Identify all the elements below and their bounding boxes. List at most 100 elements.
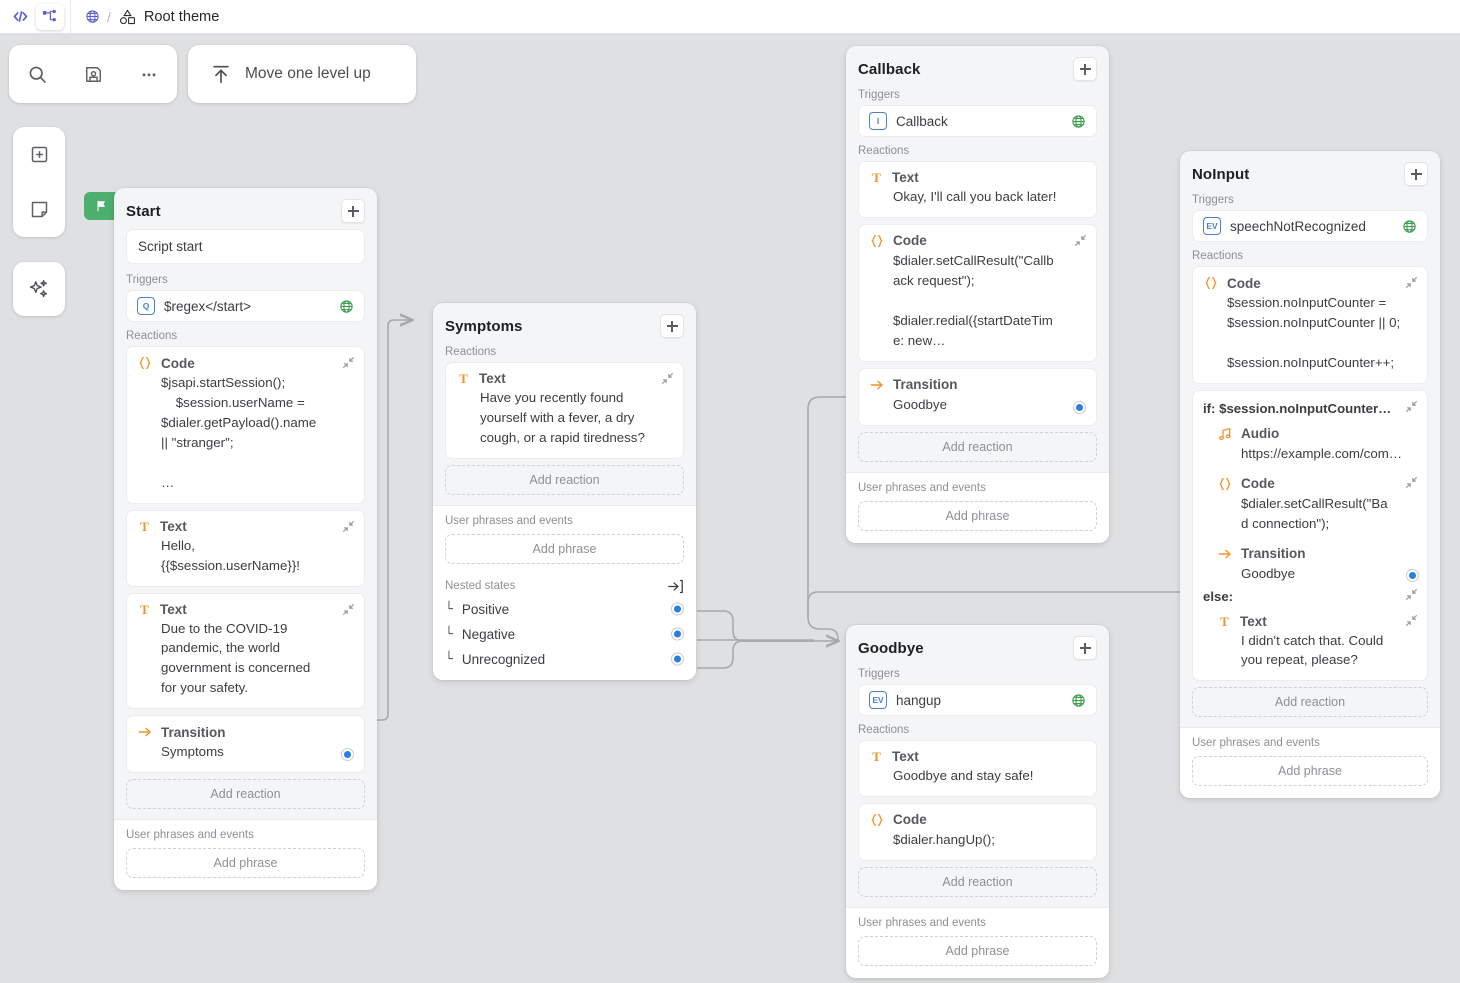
state-node-goodbye[interactable]: Goodbye Triggers EV hangup Reactions T T… — [846, 625, 1109, 978]
flow-canvas[interactable]: Start Script start Triggers Q $regex</st… — [0, 33, 1460, 983]
trigger-item[interactable]: EV hangup — [858, 684, 1097, 716]
collapse-icon[interactable] — [1405, 614, 1418, 627]
user-phrases-section: User phrases and events Add phrase — [846, 907, 1109, 978]
triggers-label: Triggers — [846, 87, 1109, 105]
nested-state-label: Unrecognized — [462, 652, 545, 667]
state-node-symptoms[interactable]: Symptoms Reactions T Text Have you recen… — [433, 303, 696, 680]
nested-state-radio[interactable] — [671, 603, 684, 616]
add-phrase-button[interactable]: Add phrase — [126, 848, 365, 878]
add-reaction-button[interactable]: Add reaction — [1192, 687, 1428, 717]
state-node-noinput[interactable]: NoInput Triggers EV speechNotRecognized … — [1180, 151, 1440, 798]
collapse-icon[interactable] — [342, 356, 355, 369]
transition-target-radio[interactable] — [1073, 401, 1086, 414]
node-title: Start — [126, 203, 161, 220]
reaction-text[interactable]: T Text Hello, {{$session.userName}}! — [126, 510, 365, 587]
reaction-code[interactable]: Code $jsapi.startSession(); $session.use… — [126, 346, 365, 504]
condition-if-block[interactable]: if: $session.noInputCounter… Audio https… — [1192, 390, 1428, 682]
add-to-state-button[interactable] — [1073, 57, 1097, 81]
reaction-code[interactable]: Code $dialer.setCallResult("Callb ack re… — [858, 224, 1097, 362]
braces-icon — [1203, 275, 1219, 291]
node-header: Callback — [846, 46, 1109, 87]
add-reaction-button[interactable]: Add reaction — [858, 867, 1097, 897]
add-reaction-button[interactable]: Add reaction — [858, 432, 1097, 462]
reaction-code[interactable]: Code $dialer.setCallResult("Ba d connect… — [1217, 476, 1417, 534]
reaction-transition[interactable]: Transition Goodbye — [1217, 546, 1417, 584]
add-phrase-button[interactable]: Add phrase — [1192, 756, 1428, 786]
reaction-text[interactable]: T Text Due to the COVID-19 pandemic, the… — [126, 593, 365, 710]
trigger-item[interactable]: EV speechNotRecognized — [1192, 210, 1428, 242]
collapse-icon[interactable] — [1074, 234, 1087, 247]
top-bar: / Root theme — [0, 0, 1460, 33]
reaction-text[interactable]: T Text Goodbye and stay safe! — [858, 740, 1097, 797]
add-to-state-button[interactable] — [660, 314, 684, 338]
trigger-item[interactable]: I Callback — [858, 105, 1097, 137]
reaction-text[interactable]: T Text Have you recently found yourself … — [445, 362, 684, 459]
graph-view-tab[interactable] — [36, 4, 64, 30]
nested-state-radio[interactable] — [671, 628, 684, 641]
svg-text:T: T — [459, 371, 468, 386]
node-title: Symptoms — [445, 318, 523, 335]
code-view-tab[interactable] — [6, 4, 34, 30]
trigger-item[interactable]: Q $regex</start> — [126, 290, 365, 322]
state-node-callback[interactable]: Callback Triggers I Callback Reactions T… — [846, 46, 1109, 543]
nested-state-positive[interactable]: └ Positive — [433, 597, 696, 622]
reaction-body: I didn't catch that. Could you repeat, p… — [1217, 631, 1417, 671]
collapse-icon[interactable] — [1405, 400, 1418, 413]
reaction-audio[interactable]: Audio https://example.com/com… — [1217, 426, 1417, 464]
collapse-icon[interactable] — [1405, 476, 1418, 489]
transition-target-radio[interactable] — [1406, 569, 1419, 582]
state-node-start[interactable]: Start Script start Triggers Q $regex</st… — [114, 188, 377, 890]
globe-icon[interactable] — [85, 9, 100, 24]
user-phrases-section: User phrases and events Add phrase — [433, 505, 696, 568]
reaction-body: Goodbye — [1217, 564, 1417, 584]
condition-else-items: T Text I didn't catch that. Could you re… — [1203, 606, 1417, 671]
add-to-state-button[interactable] — [1404, 162, 1428, 186]
user-phrases-label: User phrases and events — [1192, 737, 1428, 756]
text-icon: T — [1217, 614, 1232, 629]
reaction-type: Text — [1240, 614, 1267, 629]
reaction-header: Audio — [1217, 426, 1417, 442]
add-reaction-button[interactable]: Add reaction — [445, 465, 684, 495]
nested-state-negative[interactable]: └ Negative — [433, 622, 696, 647]
code-brackets-icon — [12, 8, 29, 25]
text-icon: T — [137, 602, 152, 617]
enter-state-icon[interactable] — [667, 578, 684, 595]
reaction-type: Code — [161, 356, 195, 371]
add-phrase-button[interactable]: Add phrase — [445, 534, 684, 564]
collapse-icon[interactable] — [1405, 276, 1418, 289]
user-phrases-section: User phrases and events Add phrase — [1180, 727, 1440, 798]
reaction-transition[interactable]: Transition Symptoms — [126, 715, 365, 773]
reaction-text[interactable]: T Text I didn't catch that. Could you re… — [1217, 614, 1417, 671]
add-reaction-button[interactable]: Add reaction — [126, 779, 365, 809]
reaction-type: Code — [1227, 276, 1261, 291]
reactions-label: Reactions — [433, 344, 696, 362]
add-phrase-button[interactable]: Add phrase — [858, 936, 1097, 966]
collapse-icon[interactable] — [1405, 588, 1418, 601]
globe-icon[interactable] — [1071, 114, 1086, 129]
collapse-icon[interactable] — [342, 603, 355, 616]
globe-icon[interactable] — [1071, 693, 1086, 708]
nested-states-header: Nested states — [433, 568, 696, 597]
reaction-body: Goodbye and stay safe! — [869, 766, 1086, 786]
reaction-header: T Text — [137, 519, 354, 534]
event-badge-icon: EV — [1203, 217, 1221, 235]
add-phrase-button[interactable]: Add phrase — [858, 501, 1097, 531]
collapse-icon[interactable] — [661, 372, 674, 385]
reaction-body: $session.noInputCounter = $session.noInp… — [1203, 293, 1417, 373]
nested-state-unrecognized[interactable]: └ Unrecognized — [433, 647, 696, 672]
reaction-code[interactable]: Code $dialer.hangUp(); — [858, 803, 1097, 861]
nested-state-radio[interactable] — [671, 653, 684, 666]
collapse-icon[interactable] — [342, 520, 355, 533]
reaction-transition[interactable]: Transition Goodbye — [858, 368, 1097, 426]
condition-else-title: else: — [1203, 589, 1233, 604]
condition-else-block[interactable]: else: T Text I didn't catch t — [1203, 588, 1417, 671]
globe-icon[interactable] — [339, 299, 354, 314]
add-to-state-button[interactable] — [341, 199, 365, 223]
script-start-field[interactable]: Script start — [126, 229, 365, 264]
shapes-icon[interactable] — [118, 8, 137, 26]
add-to-state-button[interactable] — [1073, 636, 1097, 660]
reaction-code[interactable]: Code $session.noInputCounter = $session.… — [1192, 266, 1428, 384]
reaction-text[interactable]: T Text Okay, I'll call you back later! — [858, 161, 1097, 218]
globe-icon[interactable] — [1402, 219, 1417, 234]
text-icon: T — [137, 519, 152, 534]
